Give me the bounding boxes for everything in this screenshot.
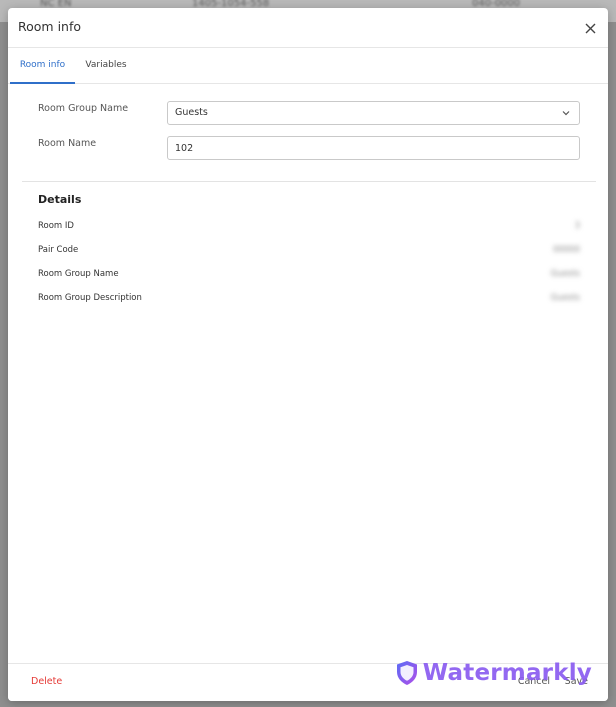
detail-value: Guests [550,293,580,303]
chevron-down-icon [562,111,570,116]
room-group-name-row: Room Group Name Guests [8,101,608,127]
tab-bar: Room info Variables [8,48,608,84]
modal-title: Room info [18,19,82,34]
detail-label: Room ID [38,221,74,231]
detail-label: Room Group Name [38,269,119,279]
delete-button[interactable]: Delete [31,676,62,687]
room-group-name-value: Guests [175,107,208,118]
room-name-row: Room Name [8,136,608,162]
close-icon [585,23,595,33]
save-button[interactable]: Save [565,676,588,687]
close-button[interactable] [580,18,600,38]
detail-value: 00000 [552,245,580,255]
detail-value: 3 [574,221,580,231]
detail-row-pair-code: Pair Code 00000 [8,245,608,259]
details-heading: Details [38,193,82,206]
room-group-name-label: Room Group Name [38,103,129,114]
cancel-button[interactable]: Cancel [518,676,550,687]
detail-value: Guests [550,269,580,279]
tab-variables[interactable]: Variables [76,48,136,84]
room-info-modal: Room info Room info Variables Room Group… [8,8,608,701]
room-name-input[interactable] [167,136,580,160]
room-group-name-select[interactable]: Guests [167,101,580,125]
detail-row-room-id: Room ID 3 [8,221,608,235]
room-name-label: Room Name [38,138,97,149]
tab-room-info[interactable]: Room info [10,48,75,84]
detail-label: Pair Code [38,245,79,255]
section-divider [22,181,596,182]
modal-footer: Delete Cancel Save [8,663,608,701]
detail-label: Room Group Description [38,293,142,303]
detail-row-room-group-name: Room Group Name Guests [8,269,608,283]
detail-row-room-group-description: Room Group Description Guests [8,293,608,307]
modal-header: Room info [8,8,608,48]
